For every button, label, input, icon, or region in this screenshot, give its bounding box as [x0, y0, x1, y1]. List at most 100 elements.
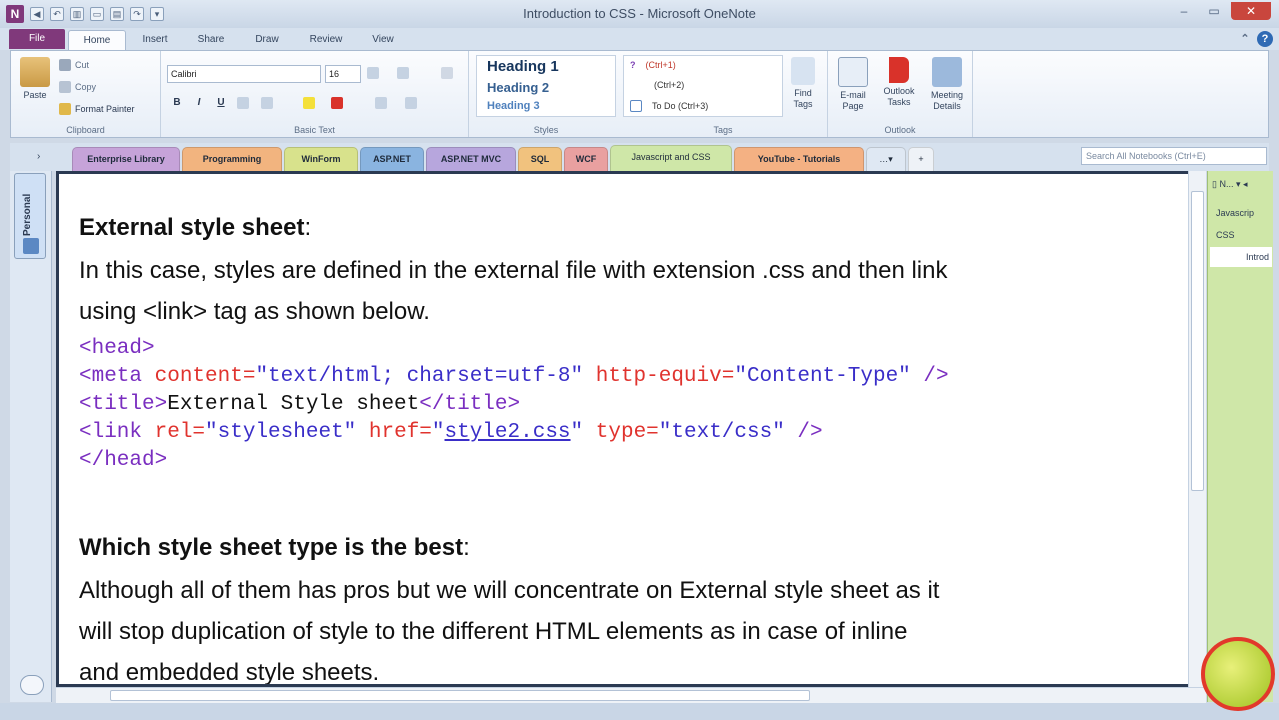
brush-icon [59, 103, 71, 115]
font-name-select[interactable]: Calibri [167, 65, 321, 83]
indent-button[interactable] [375, 97, 387, 109]
vertical-scrollbar[interactable] [1188, 171, 1206, 687]
style2-css-link[interactable]: style2.css [445, 421, 571, 444]
page-item-css[interactable]: CSS [1210, 225, 1272, 245]
page-canvas[interactable]: External style sheet: In this case, styl… [56, 171, 1188, 687]
basic-text-group: Calibri 16 B I U Basic Text [161, 51, 469, 137]
code-line-link: <link rel="stylesheet" href="style2.css"… [79, 421, 823, 444]
meeting-icon [932, 57, 962, 87]
horizontal-scrollbar[interactable] [56, 687, 1206, 703]
new-page-button[interactable]: ▯ N... ▾ ◂ [1212, 179, 1248, 190]
title-bar: N ◀ ↶ ▥ ▭ ▤ ↷ ▾ Introduction to CSS - Mi… [0, 0, 1279, 28]
section-tab-aspnet[interactable]: ASP.NET [360, 147, 424, 171]
align-icon [405, 97, 417, 109]
new-section-icon[interactable]: + [908, 147, 934, 171]
section-tab-javascript-and-css[interactable]: Javascript and CSS [610, 145, 732, 171]
section-tab-programming[interactable]: Programming [182, 147, 282, 171]
styles-group-label: Styles [533, 125, 559, 135]
notebook-personal[interactable]: Personal [14, 173, 46, 259]
email-page-button[interactable]: E-mail Page [834, 57, 872, 112]
tab-view[interactable]: View [360, 30, 406, 50]
heading-best-style-sheet: Which style sheet type is the best: [79, 534, 470, 561]
code-line-title: <title>External Style sheet</title> [79, 393, 521, 416]
paragraph-2-line-1: Although all of them has pros but we wil… [79, 577, 940, 604]
help-icon[interactable]: ? [1257, 31, 1273, 47]
subscript-button[interactable] [261, 97, 273, 109]
section-tab-wcf[interactable]: WCF [564, 147, 608, 171]
tab-draw[interactable]: Draw [244, 30, 290, 50]
ribbon: Paste Cut Copy Format Painter Clipboard … [10, 50, 1269, 138]
email-icon [838, 57, 868, 87]
tab-review[interactable]: Review [300, 30, 352, 50]
tab-share[interactable]: Share [188, 30, 234, 50]
style-heading-1[interactable]: Heading 1 [487, 58, 559, 75]
tab-home[interactable]: Home [68, 30, 126, 50]
page-list-pane: ▯ N... ▾ ◂ Javascrip CSS Introd [1207, 171, 1273, 702]
font-size-select[interactable]: 16 [325, 65, 361, 83]
search-input[interactable]: Search All Notebooks (Ctrl+E) [1081, 147, 1267, 165]
outlook-group: E-mail Page Outlook Tasks Meeting Detail… [827, 51, 973, 137]
italic-button[interactable]: I [191, 95, 207, 111]
tag-todo[interactable]: To Do (Ctrl+3) [630, 100, 708, 112]
paragraph-1-line-1: In this case, styles are defined in the … [79, 257, 948, 284]
section-tab-sql[interactable]: SQL [518, 147, 562, 171]
notebook-pane: Personal [10, 171, 52, 702]
page-item-introduction[interactable]: Introd [1210, 247, 1272, 267]
align-button[interactable] [405, 97, 417, 109]
meeting-details-button[interactable]: Meeting Details [924, 57, 970, 112]
underline-button[interactable]: U [213, 95, 229, 111]
code-line-head-open: <head> [79, 337, 155, 360]
style-heading-2[interactable]: Heading 2 [487, 80, 549, 95]
page-item-javascript[interactable]: Javascrip [1210, 203, 1272, 223]
code-line-head-close: </head> [79, 449, 168, 472]
section-tab-winform[interactable]: WinForm [284, 147, 358, 171]
close-icon[interactable]: ✕ [1231, 2, 1271, 20]
clear-formatting-button[interactable] [441, 67, 453, 79]
section-tab-youtube-tutorials[interactable]: YouTube - Tutorials [734, 147, 864, 171]
feedback-icon[interactable] [20, 675, 44, 695]
find-tags-button[interactable]: Find Tags [787, 57, 819, 110]
cut-button[interactable]: Cut [59, 59, 89, 71]
bullets-button[interactable] [367, 67, 379, 79]
question-tag-icon: ? [630, 60, 636, 70]
paste-button[interactable]: Paste [17, 57, 53, 101]
font-color-button[interactable] [331, 97, 343, 109]
bold-button[interactable]: B [169, 95, 185, 111]
watermark-badge-icon [1201, 637, 1275, 711]
section-tabs-bar: › Enterprise Library Programming WinForm… [10, 143, 1269, 171]
basic-text-group-label: Basic Text [294, 125, 335, 135]
tag-question[interactable]: ? (Ctrl+1) [630, 60, 676, 70]
format-painter-button[interactable]: Format Painter [59, 103, 135, 115]
ribbon-tabs: File Home Insert Share Draw Review View … [0, 28, 1279, 50]
expand-navigation-icon[interactable]: › [37, 151, 40, 162]
subscript-icon [261, 97, 273, 109]
section-tab-aspnet-mvc[interactable]: ASP.NET MVC [426, 147, 516, 171]
find-tags-icon [791, 57, 815, 85]
outlook-group-label: Outlook [884, 125, 916, 135]
more-sections-icon[interactable]: …▾ [866, 147, 906, 171]
style-heading-3[interactable]: Heading 3 [487, 100, 540, 112]
tags-group-label: Tags [713, 125, 733, 135]
flag-icon [889, 57, 909, 83]
section-tab-enterprise-library[interactable]: Enterprise Library [72, 147, 180, 171]
clipboard-group: Paste Cut Copy Format Painter Clipboard [11, 51, 161, 137]
strikethrough-button[interactable] [237, 97, 249, 109]
help-area: ⌃ ? [1237, 31, 1273, 47]
horizontal-scroll-thumb[interactable] [110, 690, 810, 701]
minimize-ribbon-icon[interactable]: ⌃ [1237, 31, 1253, 47]
styles-gallery[interactable]: Heading 1 Heading 2 Heading 3 [476, 55, 616, 117]
window-controls: – ▭ ✕ [1171, 2, 1271, 20]
vertical-scroll-thumb[interactable] [1191, 191, 1204, 491]
tab-file[interactable]: File [9, 29, 65, 49]
indent-icon [375, 97, 387, 109]
outlook-tasks-button[interactable]: Outlook Tasks [878, 57, 920, 108]
maximize-icon[interactable]: ▭ [1201, 2, 1227, 20]
tag-second[interactable]: (Ctrl+2) [654, 80, 684, 90]
eraser-icon [441, 67, 453, 79]
tab-insert[interactable]: Insert [130, 30, 180, 50]
highlight-button[interactable] [303, 97, 315, 109]
copy-button[interactable]: Copy [59, 81, 96, 93]
tags-gallery[interactable]: ? (Ctrl+1) (Ctrl+2) To Do (Ctrl+3) [623, 55, 783, 117]
minimize-icon[interactable]: – [1171, 2, 1197, 20]
numbering-button[interactable] [397, 67, 409, 79]
